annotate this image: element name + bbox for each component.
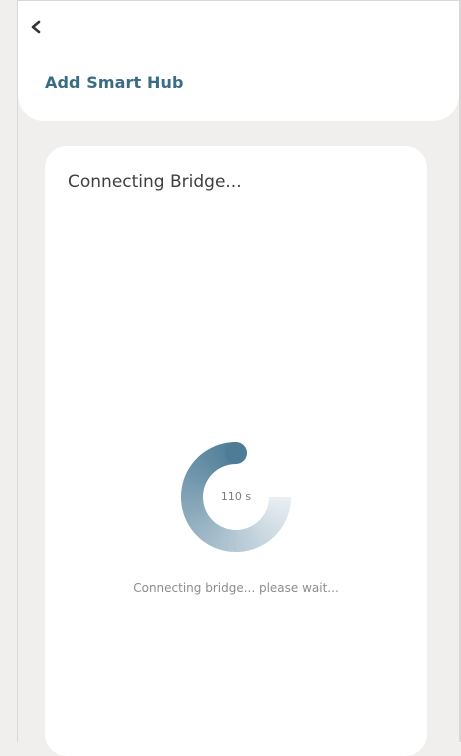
- connection-card: Connecting Bridge... 110 s Connecting br…: [45, 146, 427, 756]
- window-frame-top: [0, 0, 461, 1]
- status-text: Connecting bridge... please wait...: [45, 581, 427, 595]
- timer-label: 110 s: [180, 441, 292, 553]
- window-frame-left: [0, 0, 18, 742]
- page-title: Add Smart Hub: [45, 73, 184, 92]
- progress-spinner: 110 s: [180, 441, 292, 553]
- chevron-left-icon: [24, 12, 54, 42]
- card-title: Connecting Bridge...: [68, 172, 242, 192]
- app-header: Add Smart Hub: [18, 0, 459, 121]
- back-button[interactable]: [24, 12, 54, 42]
